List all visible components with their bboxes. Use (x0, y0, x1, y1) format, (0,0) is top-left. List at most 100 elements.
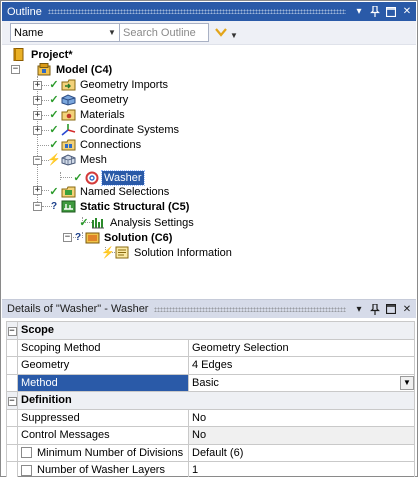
property-key-with-checkbox: Minimum Number of Divisions (17, 443, 189, 462)
property-key: Scoping Method (17, 338, 189, 357)
tree-item-label: Solution Information (134, 246, 232, 259)
outline-pin-button[interactable] (368, 5, 382, 19)
check-status-icon: ✓ (73, 172, 83, 184)
property-value[interactable]: Default (6) (188, 443, 415, 462)
tree-item-label: Model (C4) (56, 63, 113, 76)
geometry-icon (60, 93, 76, 107)
tree-item-label: Mesh (80, 153, 107, 166)
tree-item-washer[interactable]: ✓ Washer (72, 169, 145, 186)
lightning-status-icon: ⚡ (101, 247, 115, 259)
expand-toggle[interactable]: + (33, 186, 42, 195)
tree-item-label: Analysis Settings (110, 216, 194, 229)
outline-toolbar: Name ▼ ▼ (2, 21, 416, 45)
expand-toggle[interactable]: + (33, 111, 42, 120)
coordinate-systems-icon (60, 123, 76, 137)
chevron-down-icon[interactable]: ▼ (400, 375, 414, 390)
property-row[interactable]: Scoping Method Geometry Selection (6, 338, 415, 357)
pin-icon (370, 6, 380, 17)
tree-item-label: Geometry Imports (80, 78, 169, 91)
property-key: Number of Washer Layers (37, 464, 165, 477)
project-icon (11, 48, 27, 62)
name-filter-value: Name (14, 26, 44, 39)
tree-item-analysis-settings[interactable]: ✓ Analysis Settings (78, 215, 196, 230)
tree-item-named-selections[interactable]: ✓ Named Selections (48, 184, 171, 199)
collapse-toggle[interactable]: − (63, 233, 72, 242)
outline-close-button[interactable]: ✕ (400, 5, 414, 19)
section-label: Definition (17, 391, 415, 410)
section-scope[interactable]: − Scope (6, 321, 415, 340)
tree-item-label: Geometry (80, 93, 129, 106)
tree-item-solution[interactable]: ? Solution (C6) (72, 230, 174, 245)
property-value[interactable]: 4 Edges (188, 356, 415, 375)
property-row[interactable]: Suppressed No (6, 408, 415, 427)
check-status-icon: ✓ (49, 109, 59, 121)
tree-item-connections[interactable]: ✓ Connections (48, 137, 143, 152)
solution-information-icon (114, 246, 130, 260)
question-status-icon: ? (74, 232, 82, 243)
property-value[interactable]: 1 (188, 461, 415, 477)
tree-item-model[interactable]: Model (C4) (24, 62, 114, 77)
method-dropdown[interactable]: Basic ▼ (188, 373, 415, 392)
model-icon (36, 63, 52, 77)
filter-options-button[interactable]: ▼ (215, 26, 238, 40)
section-definition[interactable]: − Definition (6, 391, 415, 410)
tree-item-mesh[interactable]: ⚡ Mesh (47, 152, 109, 167)
name-filter-combo[interactable]: Name ▼ (10, 23, 120, 42)
parameter-checkbox[interactable] (21, 464, 32, 476)
named-selections-icon (60, 185, 76, 199)
tree-item-coordinate-systems[interactable]: ✓ Coordinate Systems (48, 122, 181, 137)
property-row[interactable]: Number of Washer Layers 1 (6, 461, 415, 477)
expand-toggle[interactable]: + (33, 81, 42, 90)
outline-menu-button[interactable]: ▾ (352, 5, 366, 19)
parameter-checkbox[interactable] (21, 447, 32, 459)
property-row[interactable]: Geometry 4 Edges (6, 356, 415, 375)
details-pin-button[interactable] (368, 302, 382, 316)
search-outline-input[interactable] (123, 26, 208, 39)
property-key-with-checkbox: Number of Washer Layers (17, 461, 189, 477)
details-close-button[interactable]: ✕ (400, 302, 414, 316)
details-title: Details of "Washer" - Washer (7, 303, 149, 315)
property-key: Suppressed (17, 408, 189, 427)
question-status-icon: ? (50, 201, 58, 212)
outline-title: Outline (7, 5, 42, 18)
collapse-toggle[interactable]: − (11, 65, 20, 74)
collapse-toggle[interactable]: − (7, 327, 17, 337)
ansys-mechanical-panels: Outline ▾ ✕ Name ▼ ▼ (0, 0, 418, 477)
details-menu-button[interactable]: ▾ (352, 302, 366, 316)
tree-item-static-structural[interactable]: ? Static Structural (C5) (48, 199, 191, 214)
tree-item-geometry[interactable]: ✓ Geometry (48, 92, 130, 107)
expand-toggle[interactable]: + (33, 126, 42, 135)
mesh-icon (60, 153, 76, 167)
property-row-selected[interactable]: Method Basic ▼ (6, 373, 415, 392)
tree-item-label: Coordinate Systems (80, 123, 180, 136)
property-value[interactable]: No (188, 408, 415, 427)
property-value[interactable]: Geometry Selection (188, 338, 415, 357)
property-value[interactable]: No (188, 426, 415, 445)
tree-item-label: Project* (31, 48, 73, 61)
tree-item-materials[interactable]: ✓ Materials (48, 107, 127, 122)
collapse-toggle[interactable]: − (33, 156, 42, 165)
expand-toggle[interactable]: + (33, 96, 42, 105)
outline-tree: − + + + + − + − − Project* Model (C4) ✓ (2, 46, 416, 296)
check-status-icon: ✓ (79, 217, 89, 229)
pin-icon (370, 303, 380, 315)
details-maximize-button[interactable] (384, 302, 398, 316)
property-row[interactable]: Minimum Number of Divisions Default (6) (6, 443, 415, 462)
chevron-down-icon: ▼ (230, 30, 238, 40)
tree-item-label: Materials (80, 108, 125, 121)
maximize-icon (386, 6, 396, 17)
tree-item-label: Static Structural (C5) (80, 200, 190, 213)
check-status-icon: ✓ (49, 79, 59, 91)
collapse-toggle[interactable]: − (7, 397, 17, 407)
tree-item-solution-information[interactable]: ⚡ Solution Information (101, 245, 234, 260)
outline-maximize-button[interactable] (384, 5, 398, 19)
search-outline-box[interactable] (120, 23, 209, 42)
materials-icon (60, 108, 76, 122)
collapse-toggle[interactable]: − (33, 202, 42, 211)
tree-item-project[interactable]: Project* (11, 47, 75, 62)
property-row[interactable]: Control Messages No (6, 426, 415, 445)
solution-icon (84, 231, 100, 245)
tree-item-geometry-imports[interactable]: ✓ Geometry Imports (48, 77, 170, 92)
washer-icon (84, 171, 100, 185)
maximize-icon (386, 304, 396, 314)
